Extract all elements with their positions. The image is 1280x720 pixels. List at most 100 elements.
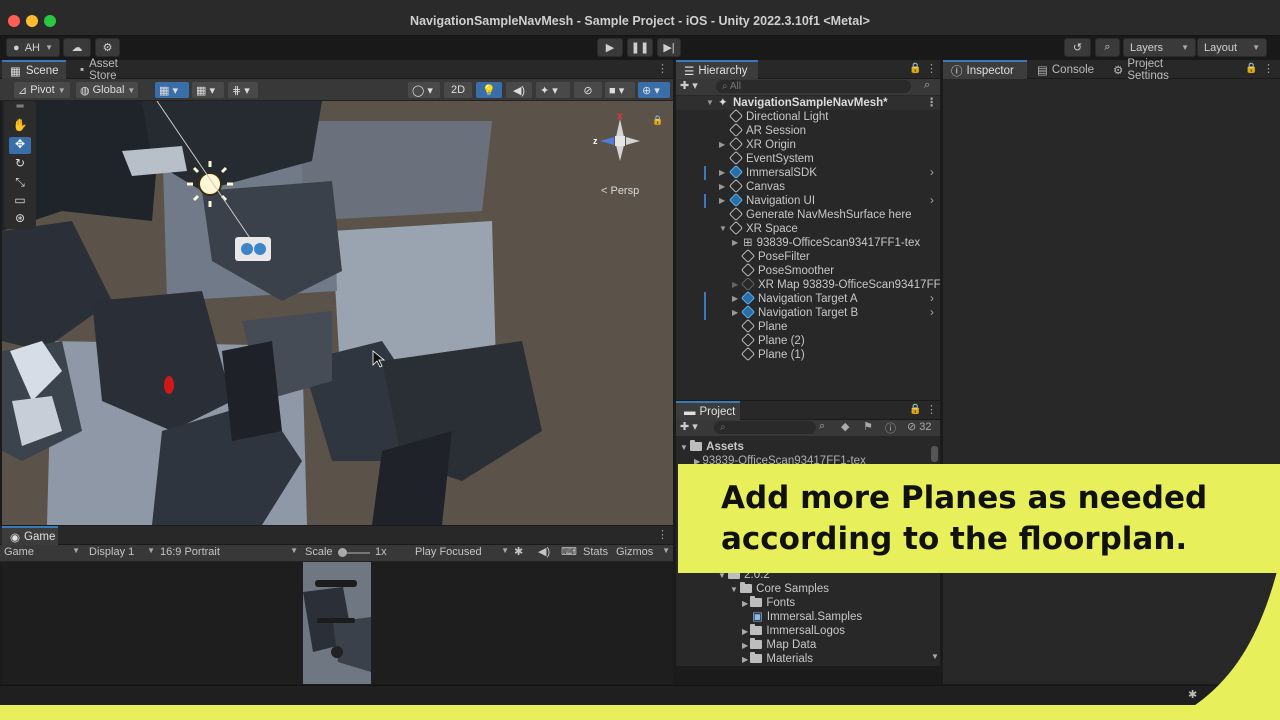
hierarchy-item-xr-map[interactable]: ▶ XR Map 93839-OfficeScan93417FF1 [676,278,940,292]
chevron-right-icon[interactable]: ▶ [719,138,725,152]
gizmos-game-dropdown[interactable]: Gizmos ▼ [616,546,670,558]
layers-dropdown[interactable]: Layers ▼ [1123,38,1196,57]
stats-button[interactable]: Stats [583,546,608,558]
chevron-right-icon[interactable]: › [930,166,934,180]
rotate-tool-icon[interactable]: ↻ [9,156,31,173]
global-dropdown[interactable]: ◍ Global ▼ [76,82,138,98]
projection-label[interactable]: < Persp [601,185,639,197]
hierarchy-item-xr-origin[interactable]: ▶ XR Origin [676,136,940,152]
chevron-down-icon[interactable]: ▼ [706,96,714,110]
project-item-materials[interactable]: ▶ Materials [742,652,813,666]
scale-slider-handle[interactable] [338,548,347,557]
hierarchy-item-ar-session[interactable]: AR Session [676,122,940,138]
kebab-menu-icon[interactable]: ⋮ [926,403,937,416]
tab-project[interactable]: ▬ Project [676,401,740,420]
services-button[interactable]: ⚙ [95,38,120,57]
search-type-icon[interactable]: ⌕ [819,420,825,433]
camera-gizmo[interactable] [235,237,271,261]
hierarchy-item-eventsystem[interactable]: EventSystem [676,150,940,166]
chevron-right-icon[interactable]: ▶ [719,166,725,180]
scale-tool-icon[interactable]: ⤡ [9,175,31,192]
hierarchy-item-canvas[interactable]: ▶ Canvas [676,178,940,194]
camera-dropdown[interactable]: ■ ▾ [605,82,635,98]
kebab-menu-icon[interactable]: ⋮ [657,62,668,75]
game-viewport[interactable] [2,562,673,684]
palette-handle-icon[interactable]: ═ [9,101,31,115]
kebab-menu-icon[interactable]: ⋮ [926,62,937,75]
chevron-right-icon[interactable]: ▶ [732,236,738,250]
game-view-dropdown[interactable]: Game ▼ [4,546,80,558]
layout-dropdown[interactable]: Layout ▼ [1197,38,1267,57]
search-button[interactable]: ⌕ [1095,38,1120,57]
hierarchy-item-navigation-target-a[interactable]: ▶ Navigation Target A › [676,290,940,306]
filter-type-icon[interactable]: ◆ [841,420,849,433]
project-scrollbar[interactable] [931,446,938,462]
tab-project-settings[interactable]: ⚙ Project Settings [1105,58,1215,82]
project-item-fonts[interactable]: ▶ Fonts [742,596,795,610]
hierarchy-item-immersalsdk[interactable]: ▶ ImmersalSDK › [676,164,940,180]
lock-icon[interactable]: 🔒 [909,63,921,74]
project-search-input[interactable]: ⌕ [714,421,816,434]
chevron-right-icon[interactable]: ▶ [732,292,738,306]
scale-slider[interactable] [338,548,370,557]
create-dropdown[interactable]: ✚ ▾ [680,79,698,92]
mute-audio-icon[interactable]: ◀) [538,545,550,558]
hand-tool-icon[interactable]: ✋ [9,118,31,135]
navigation-target-marker[interactable] [164,376,174,394]
tab-console[interactable]: ▤ Console [1029,60,1101,79]
chevron-down-icon[interactable]: ▼ [719,222,727,236]
hierarchy-item-generate-navmesh[interactable]: Generate NavMeshSurface here [676,206,940,222]
mode-2d-button[interactable]: 2D [444,82,472,98]
undo-history-button[interactable]: ↺ [1064,38,1091,57]
hierarchy-item-plane[interactable]: Plane [676,318,940,334]
draw-mode-dropdown[interactable]: ◯ ▾ [408,82,440,98]
gizmos-dropdown[interactable]: ⊕ ▾ [638,82,670,98]
project-item-core-samples[interactable]: ▼ Core Samples [730,582,829,596]
chevron-right-icon[interactable]: ▶ [732,278,738,292]
pause-button[interactable]: ❚❚ [627,38,653,57]
tab-scene[interactable]: ▦ Scene [2,60,66,79]
project-item-map-data[interactable]: ▶ Map Data [742,638,816,652]
chevron-right-icon[interactable]: ▶ [719,180,725,194]
hierarchy-search-input[interactable]: ⌕ All [716,80,911,93]
chevron-right-icon[interactable]: ▶ [732,306,738,320]
kebab-menu-icon[interactable]: ⋮ [1263,62,1274,75]
kebab-menu-icon[interactable]: ⋮ [657,528,668,541]
play-button[interactable]: ▶ [597,38,623,57]
label-filter-icon[interactable]: ⚑ [863,420,873,433]
tab-asset-store[interactable]: ▪ Asset Store [72,58,156,82]
aspect-dropdown[interactable]: 16:9 Portrait ▼ [160,546,298,558]
hierarchy-item-directional-light[interactable]: Directional Light [676,108,940,124]
bug-icon[interactable]: ✱ [514,545,523,558]
hierarchy-item-plane-1[interactable]: Plane (1) [676,346,940,362]
account-dropdown[interactable]: ● AH ▼ [6,38,60,57]
rect-tool-icon[interactable]: ▭ [9,193,31,210]
grid-snap-button[interactable]: ▦ ▾ [155,82,189,98]
scroll-down-icon[interactable]: ▼ [931,652,939,661]
lock-icon[interactable]: 🔒 [909,404,921,415]
hierarchy-item-posefilter[interactable]: PoseFilter [676,248,940,264]
move-tool-icon[interactable]: ✥ [9,137,31,154]
hierarchy-item-xr-space[interactable]: ▼ XR Space [676,220,940,236]
info-icon[interactable]: ⓘ [885,420,896,436]
search-by-type-icon[interactable]: ⌕ [924,79,930,92]
lock-view-icon[interactable]: 🔒 [652,115,663,126]
chevron-right-icon[interactable]: › [930,306,934,320]
hidden-packages-toggle[interactable]: ⊘ 32 [907,420,932,433]
hierarchy-item-navigation-ui[interactable]: ▶ Navigation UI › [676,192,940,208]
hierarchy-scene-row[interactable]: ▼ ✦ NavigationSampleNavMesh* ⋮ [676,96,940,110]
scene-visibility-toggle[interactable]: ⊘ [574,82,602,98]
orientation-gizmo[interactable]: x z [592,111,652,171]
chevron-right-icon[interactable]: › [930,292,934,306]
chevron-right-icon[interactable]: › [930,194,934,208]
chevron-right-icon[interactable]: ▶ [719,194,725,208]
keyboard-icon[interactable]: ⌨ [561,545,577,558]
lock-icon[interactable]: 🔒 [1245,63,1257,74]
scene-viewport[interactable]: ═ ✋ ✥ ↻ ⤡ ▭ ⊛ x z 🔒 < Persp [2,101,673,525]
pivot-dropdown[interactable]: ⊿ Pivot ▼ [14,82,70,98]
grid-visibility-button[interactable]: ⋕ ▾ [228,82,258,98]
project-assets-root[interactable]: ▼ Assets [680,440,744,454]
tab-hierarchy[interactable]: ☰ Hierarchy [676,60,758,79]
transform-tool-icon[interactable]: ⊛ [9,211,31,228]
play-mode-dropdown[interactable]: Play Focused ▼ [415,546,509,558]
